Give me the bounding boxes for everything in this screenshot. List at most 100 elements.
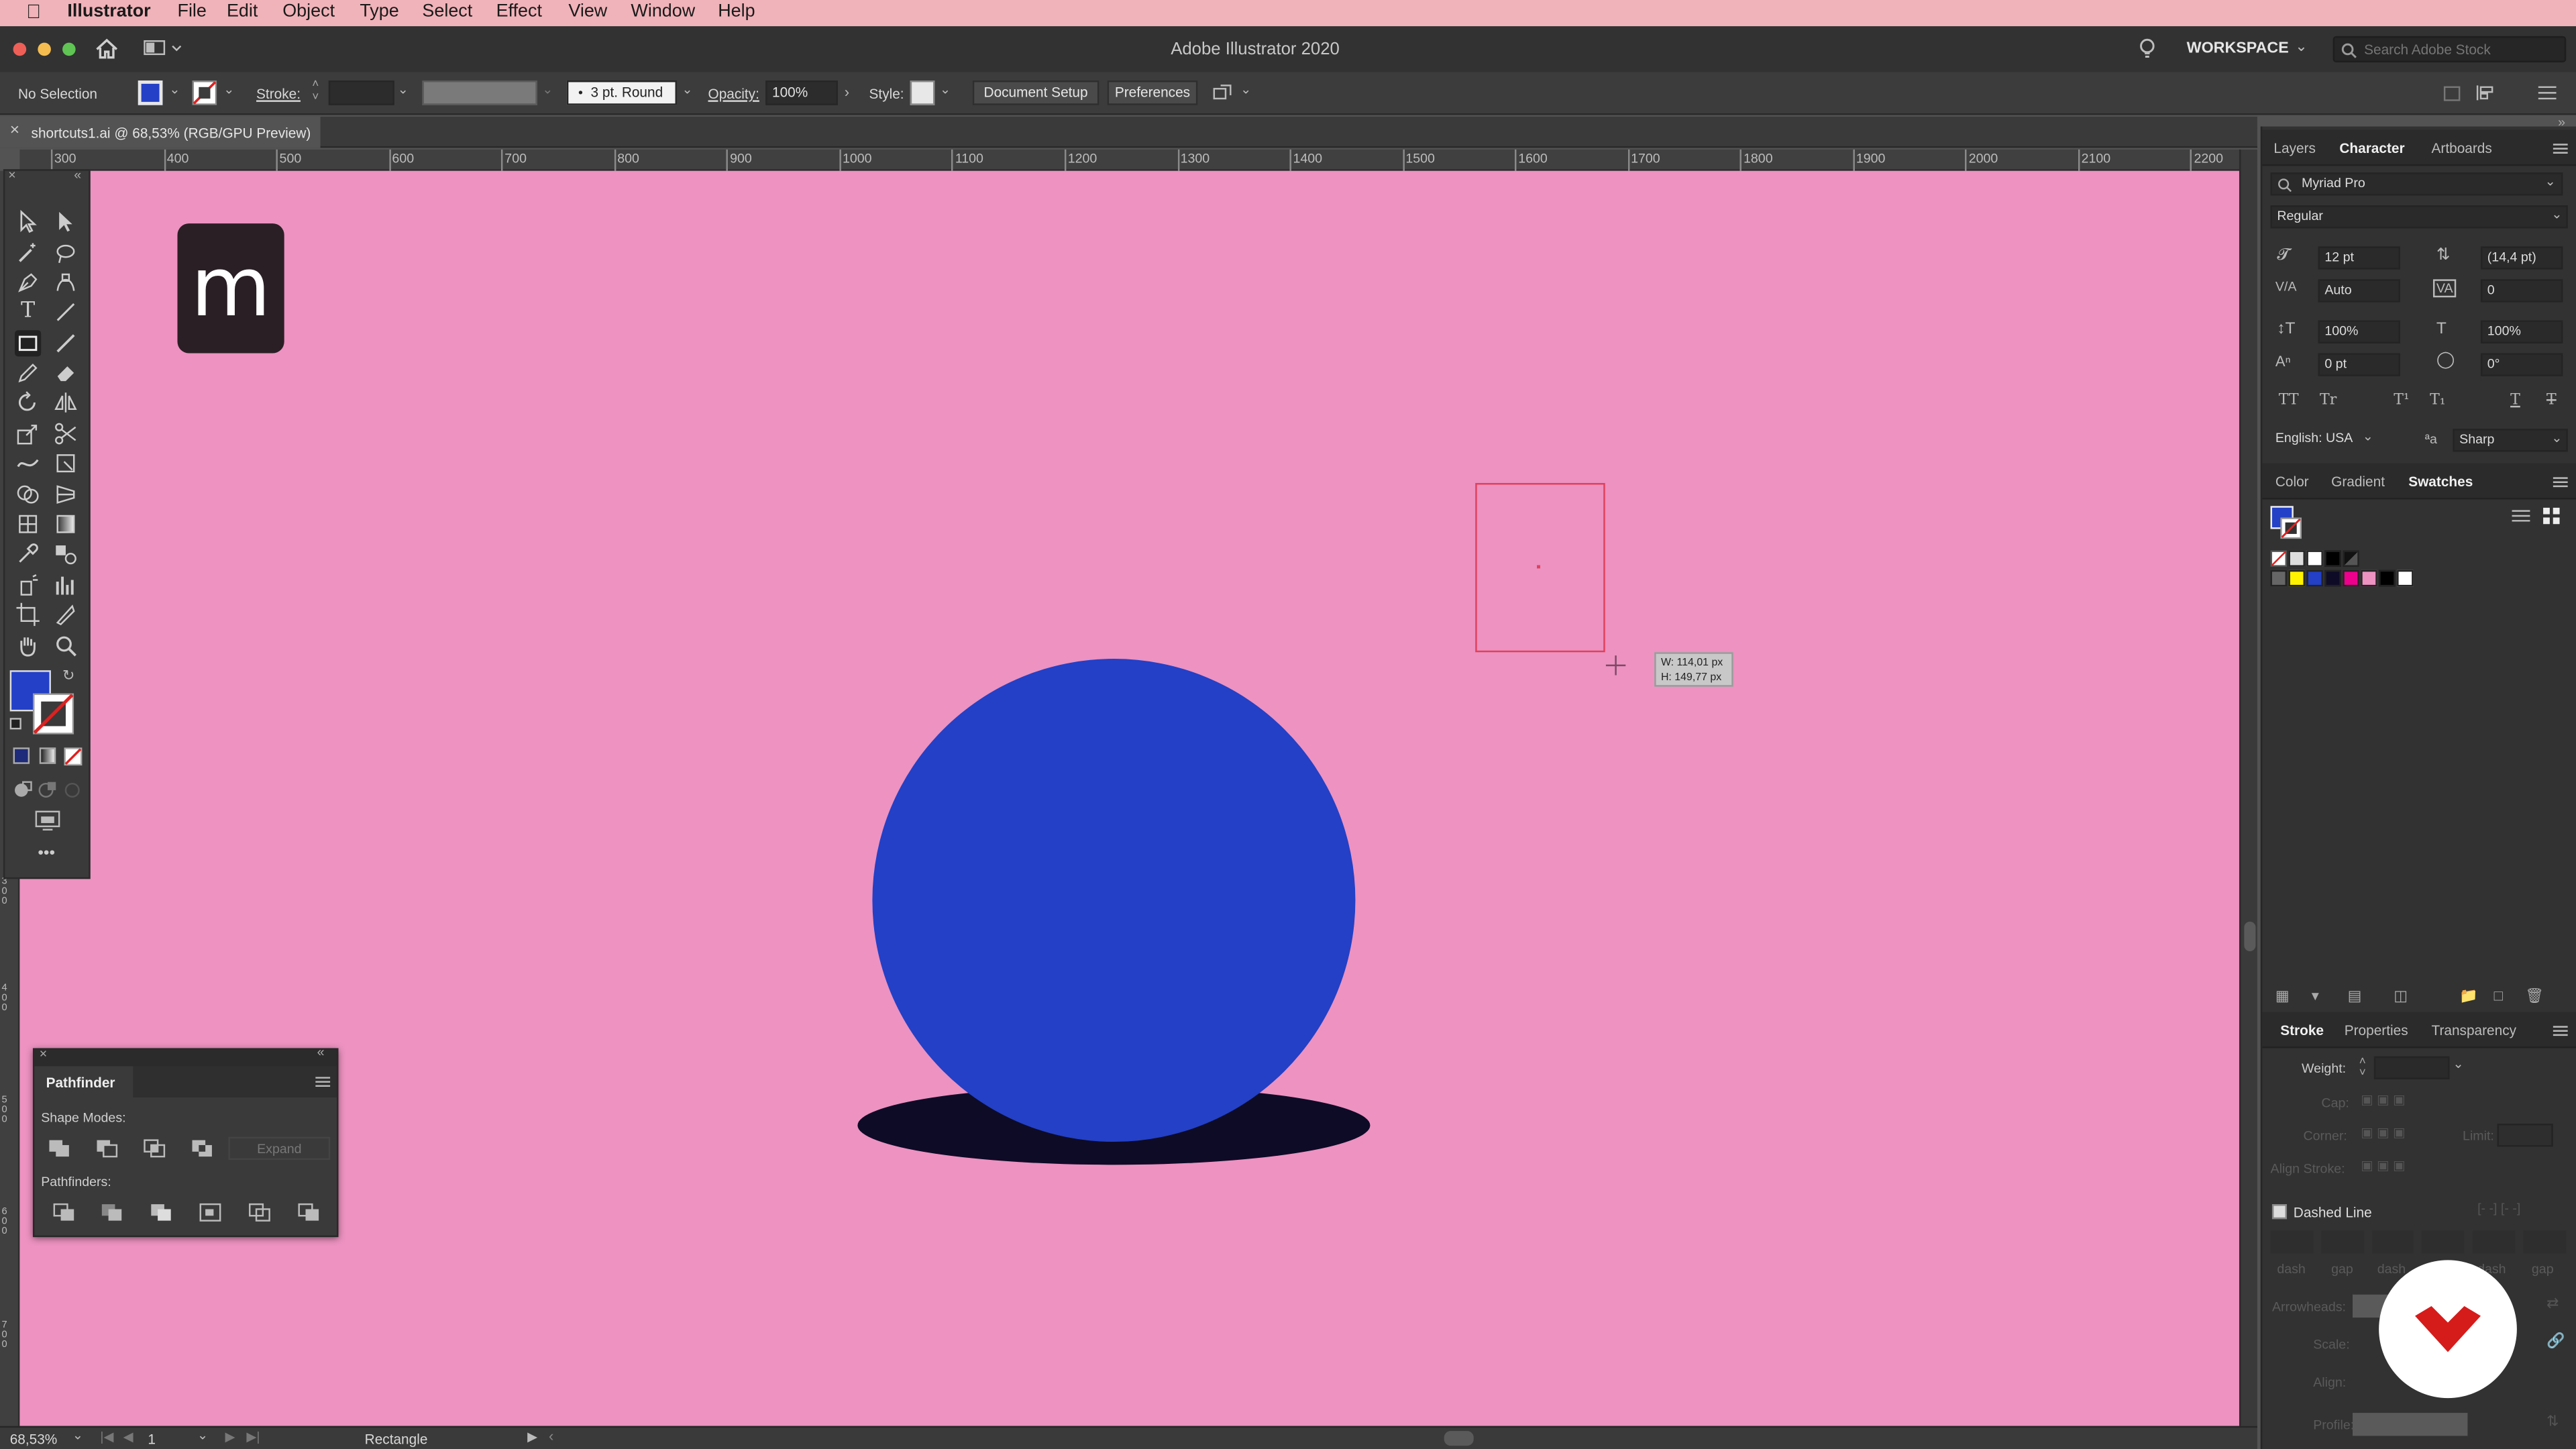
tab-layers[interactable]: Layers	[2273, 140, 2315, 156]
baseline-shift-field[interactable]: 0 pt	[2318, 353, 2400, 376]
slice-tool-icon[interactable]	[52, 601, 78, 627]
swatch-dark[interactable]	[2324, 570, 2341, 587]
isolate-icon[interactable]	[2443, 85, 2461, 101]
pencil-tool-icon[interactable]	[15, 360, 41, 386]
type-tool-icon[interactable]: T	[15, 299, 41, 325]
tab-swatches[interactable]: Swatches	[2408, 473, 2473, 489]
collapse-dock-icon[interactable]: »	[2558, 115, 2565, 129]
selection-tool-icon[interactable]	[15, 209, 41, 235]
all-caps-icon[interactable]: TT	[2279, 392, 2299, 409]
swatch-magenta[interactable]	[2343, 570, 2359, 587]
rectangle-draft[interactable]	[1475, 483, 1605, 653]
lightbulb-icon[interactable]	[2139, 38, 2155, 60]
cap-buttons[interactable]: ▣ ▣ ▣	[2361, 1093, 2443, 1112]
blue-circle[interactable]	[872, 659, 1356, 1142]
unite-icon[interactable]	[48, 1138, 70, 1158]
dashed-line-checkbox[interactable]	[2271, 1204, 2288, 1220]
fill-color-swatch[interactable]	[138, 80, 163, 105]
font-style-field[interactable]: Regular ⌄	[2270, 205, 2568, 229]
menu-view[interactable]: View	[568, 1, 607, 21]
gradient-tool-icon[interactable]	[52, 511, 78, 537]
menu-edit[interactable]: Edit	[227, 1, 258, 21]
tab-character[interactable]: Character	[2339, 140, 2404, 156]
delete-icon[interactable]: 🗑	[2525, 987, 2544, 1006]
pen-tool-icon[interactable]	[15, 270, 41, 296]
swatch-registration[interactable]	[2288, 550, 2305, 567]
horizontal-scroll-thumb[interactable]	[1444, 1431, 1474, 1446]
limit-field[interactable]	[2497, 1124, 2553, 1147]
weight-field[interactable]	[2373, 1056, 2450, 1079]
last-artboard-icon[interactable]: ▶|	[246, 1430, 260, 1444]
swatch-folder[interactable]	[2270, 570, 2288, 587]
edit-toolbar-icon[interactable]: •••	[38, 845, 55, 863]
chevron-right-icon[interactable]: ›	[845, 84, 849, 100]
none-mode-button[interactable]	[64, 747, 83, 766]
blend-tool-icon[interactable]	[52, 541, 78, 567]
strikethrough-icon[interactable]: T	[2546, 392, 2557, 409]
scissors-tool-icon[interactable]	[52, 421, 78, 447]
tab-gradient[interactable]: Gradient	[2331, 473, 2385, 489]
eraser-tool-icon[interactable]	[52, 360, 78, 386]
artboard-tool-icon[interactable]	[15, 601, 41, 627]
swatch-pink[interactable]	[2361, 570, 2377, 587]
stock-search[interactable]	[2332, 36, 2567, 63]
prev-artboard-icon[interactable]: ◀	[123, 1430, 133, 1444]
shape-builder-tool-icon[interactable]	[15, 482, 41, 508]
menu-window[interactable]: Window	[631, 1, 695, 21]
kerning-field[interactable]: Auto	[2318, 279, 2400, 303]
artboard-canvas[interactable]: m W: 114,01 px H: 149,77 px	[19, 170, 2239, 1426]
menu-help[interactable]: Help	[718, 1, 755, 21]
chevron-down-icon[interactable]: ⌄	[2551, 205, 2562, 225]
swap-fill-stroke-icon[interactable]: ↻	[62, 667, 74, 685]
opacity-field[interactable]: 100%	[765, 80, 838, 105]
preferences-button[interactable]: Preferences	[1107, 80, 1198, 105]
hand-tool-icon[interactable]	[15, 633, 41, 659]
panel-menu-icon[interactable]	[2538, 85, 2557, 100]
panel-menu-icon[interactable]	[2553, 143, 2568, 154]
chevron-down-icon[interactable]: ⌄	[72, 1428, 83, 1442]
subscript-icon[interactable]: T₁	[2430, 392, 2446, 409]
swatches-stroke-indicator[interactable]	[2280, 517, 2302, 539]
menu-app-name[interactable]: Illustrator	[67, 1, 150, 21]
perspective-grid-tool-icon[interactable]	[52, 482, 78, 508]
zoom-tool-icon[interactable]	[52, 633, 78, 659]
swatch-black-3[interactable]	[2379, 570, 2396, 587]
superscript-icon[interactable]: T¹	[2394, 392, 2410, 409]
leading-field[interactable]: (14,4 pt)	[2480, 246, 2563, 270]
new-color-group-icon[interactable]: ◫	[2394, 987, 2408, 1006]
width-tool-icon[interactable]	[15, 450, 41, 476]
gradient-mode-button[interactable]	[39, 747, 56, 764]
swatch-white[interactable]	[2306, 550, 2323, 567]
close-icon[interactable]: ×	[8, 168, 15, 182]
swatch-none[interactable]	[2270, 550, 2288, 567]
swatch-blue[interactable]	[2306, 570, 2323, 587]
symbol-sprayer-tool-icon[interactable]	[15, 572, 41, 598]
color-mode-button[interactable]	[13, 747, 30, 764]
draw-normal-icon[interactable]	[13, 780, 33, 798]
workspace-switcher[interactable]: WORKSPACE	[2187, 40, 2289, 58]
menu-file[interactable]: File	[177, 1, 206, 21]
tracking-field[interactable]: 0	[2480, 279, 2563, 303]
intersect-icon[interactable]	[143, 1138, 166, 1158]
collapse-toolbar-icon[interactable]: «	[74, 168, 81, 182]
flip-profile-icon[interactable]: ⇅	[2546, 1413, 2559, 1431]
divide-icon[interactable]	[52, 1203, 75, 1222]
menu-object[interactable]: Object	[282, 1, 335, 21]
column-graph-tool-icon[interactable]	[52, 572, 78, 598]
chevron-down-icon[interactable]: ⌄	[169, 82, 180, 97]
align-icon[interactable]	[2476, 84, 2499, 102]
stock-search-input[interactable]	[2364, 39, 2559, 60]
horizontal-ruler[interactable]: 300 400 500 600 700 800 900 1000 1100 1200 1300 140…	[19, 149, 2239, 171]
swatch-yellow[interactable]	[2288, 570, 2305, 587]
vertical-scroll-thumb[interactable]	[2244, 921, 2256, 951]
swatch-black-2[interactable]	[2343, 550, 2359, 567]
corner-buttons[interactable]: ▣ ▣ ▣	[2361, 1126, 2443, 1145]
minus-front-icon[interactable]	[95, 1138, 118, 1158]
document-tab[interactable]: × shortcuts1.ai @ 68,53% (RGB/GPU Previe…	[0, 116, 321, 148]
chevron-down-icon[interactable]: ⌄	[682, 82, 692, 97]
stroke-weight-field[interactable]	[328, 80, 394, 105]
grid-view-icon[interactable]	[2543, 507, 2561, 526]
reflect-tool-icon[interactable]	[52, 389, 78, 415]
status-menu-icon[interactable]: ▶	[527, 1430, 537, 1444]
default-fill-stroke-icon[interactable]	[9, 718, 21, 730]
